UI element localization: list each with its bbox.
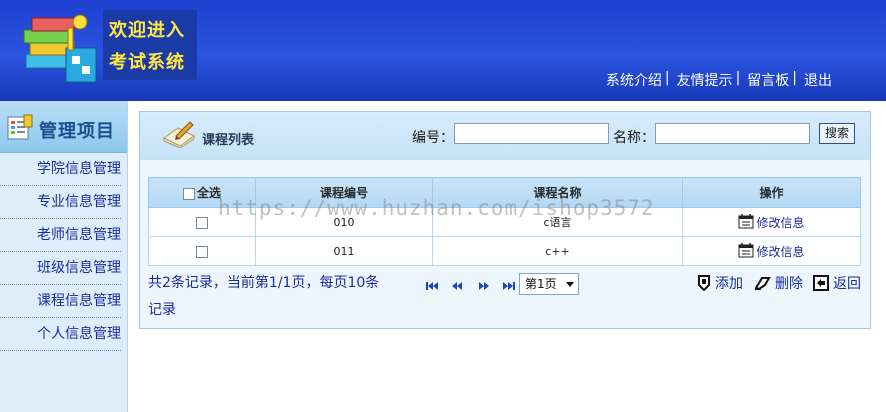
select-all-label: 全选 [196, 186, 221, 200]
course-table: 全选 课程编号 课程名称 操作 010 c语言 修改信息 011 c++ 修改信… [148, 177, 861, 266]
row-select-cell [148, 207, 256, 237]
operation-cell: 修改信息 [682, 207, 861, 237]
first-page-icon[interactable] [425, 280, 439, 292]
chevron-down-icon [566, 282, 574, 287]
sidebar-item-course[interactable]: 课程信息管理 [0, 285, 127, 318]
next-page-icon[interactable] [477, 280, 491, 292]
last-page-icon[interactable] [502, 280, 516, 292]
management-icon [7, 114, 33, 140]
sidebar-item-class[interactable]: 班级信息管理 [0, 252, 127, 285]
course-code-cell: 010 [255, 207, 433, 237]
row-checkbox[interactable] [196, 245, 208, 258]
select-all-checkbox[interactable] [182, 187, 195, 200]
course-code-cell: 011 [255, 236, 433, 266]
code-label: 编号： [412, 130, 454, 146]
page-select-value: 第1页 [525, 277, 557, 291]
page-select[interactable]: 第1页 [519, 273, 579, 295]
sidebar-item-college[interactable]: 学院信息管理 [0, 153, 127, 186]
course-list-panel: 课程列表 编号： 名称： 搜索 全选 课程编号 课程名称 操作 010 c语言 [139, 111, 871, 329]
nav-system-intro[interactable]: 系统介绍 [606, 70, 662, 90]
edit-icon [738, 242, 754, 257]
sidebar: 管理项目 学院信息管理 专业信息管理 老师信息管理 班级信息管理 课程信息管理 … [0, 101, 128, 412]
table-row: 010 c语言 修改信息 [148, 207, 861, 237]
back-label: 返回 [833, 276, 861, 292]
sidebar-item-teacher[interactable]: 老师信息管理 [0, 219, 127, 252]
back-button[interactable]: 返回 [813, 273, 861, 293]
course-name-input[interactable] [655, 123, 810, 144]
delete-button[interactable]: 删除 [753, 273, 803, 293]
panel-title: 课程列表 [202, 133, 255, 148]
delete-icon [754, 277, 771, 291]
logo-title-line1: 欢迎进入 [109, 20, 185, 41]
pager-info: 共2条记录，当前第1/1页，每页10条记录 [148, 275, 380, 318]
course-name-cell: c语言 [432, 207, 683, 237]
nav-separator: | [735, 70, 741, 86]
top-nav: 系统介绍 | 友情提示 | 留言板 | 退出 [606, 70, 832, 90]
course-name-cell: c++ [432, 236, 683, 266]
nav-message-board[interactable]: 留言板 [747, 70, 789, 90]
sidebar-header: 管理项目 [0, 101, 127, 153]
select-all-header[interactable]: 全选 [148, 177, 256, 208]
panel-header: 课程列表 编号： 名称： 搜索 [140, 112, 870, 160]
add-button[interactable]: 添加 [697, 273, 743, 293]
logo-title-line2: 考试系统 [109, 52, 185, 73]
add-icon [698, 275, 710, 291]
edit-icon [738, 213, 754, 228]
name-label: 名称： [613, 130, 655, 146]
edit-info-link[interactable]: 修改信息 [756, 245, 804, 259]
add-label: 添加 [715, 276, 743, 292]
edit-info-link[interactable]: 修改信息 [756, 216, 804, 230]
row-select-cell [148, 236, 256, 266]
search-button[interactable]: 搜索 [819, 123, 855, 144]
course-code-input[interactable] [454, 123, 609, 144]
table-header-row: 全选 课程编号 课程名称 操作 [148, 177, 861, 208]
nav-separator: | [792, 70, 797, 86]
table-row: 011 c++ 修改信息 [148, 236, 861, 266]
prev-page-icon[interactable] [450, 280, 464, 292]
sidebar-item-personal[interactable]: 个人信息管理 [0, 318, 127, 351]
sidebar-title: 管理项目 [39, 121, 115, 142]
delete-label: 删除 [775, 276, 803, 292]
nav-logout[interactable]: 退出 [804, 70, 832, 90]
operation-header: 操作 [682, 177, 861, 208]
course-name-header: 课程名称 [432, 177, 683, 208]
book-pen-icon [163, 121, 195, 148]
books-logo-icon [23, 14, 97, 83]
sidebar-item-major[interactable]: 专业信息管理 [0, 186, 127, 219]
course-code-header: 课程编号 [255, 177, 433, 208]
row-checkbox[interactable] [196, 216, 208, 229]
header-banner: 欢迎进入 考试系统 系统介绍 | 友情提示 | 留言板 | 退出 [0, 0, 886, 101]
operation-cell: 修改信息 [682, 236, 861, 266]
nav-separator: | [664, 70, 670, 86]
back-icon [813, 275, 829, 291]
nav-friendly-tips[interactable]: 友情提示 [677, 70, 733, 90]
logo-text-box: 欢迎进入 考试系统 [103, 10, 197, 80]
